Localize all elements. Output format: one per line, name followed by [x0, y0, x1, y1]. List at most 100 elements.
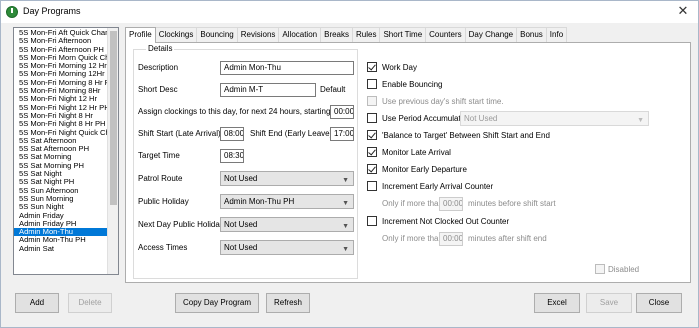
- next-day-ph-select[interactable]: Not Used ▼: [220, 217, 354, 232]
- period-accumulator-checkbox[interactable]: [367, 113, 377, 123]
- balance-to-target-label: 'Balance to Target' Between Shift Start …: [382, 131, 550, 140]
- scrollbar-thumb[interactable]: [110, 31, 117, 205]
- details-legend: Details: [146, 44, 175, 53]
- tab-panel: Profile Clockings Bouncing Revisions Allocat…: [125, 27, 691, 283]
- list-item[interactable]: Admin Sat: [14, 245, 108, 253]
- chevron-down-icon: ▼: [342, 200, 349, 207]
- list-item[interactable]: 5S Mon-Fri Morning 12 Hr F: [14, 62, 108, 70]
- tab-profile[interactable]: Profile: [125, 27, 156, 43]
- enable-bouncing-checkbox[interactable]: [367, 79, 377, 89]
- chevron-down-icon: ▼: [637, 117, 644, 124]
- list-item[interactable]: 5S Mon-Fri Aft Quick Chang: [14, 29, 108, 37]
- tab-breaks[interactable]: Breaks: [320, 27, 354, 42]
- close-button[interactable]: Close: [636, 293, 682, 313]
- period-accumulator-label: Use Period Accumulator: [382, 114, 468, 123]
- list-item[interactable]: 5S Sat Night PH: [14, 178, 108, 186]
- tab-counters[interactable]: Counters: [425, 27, 466, 42]
- disabled-checkbox[interactable]: [595, 264, 605, 274]
- profile-tab-body: Details Description Admin Mon-Thu Short …: [125, 42, 691, 283]
- shift-start-field[interactable]: 08:00: [220, 127, 244, 141]
- list-item[interactable]: 5S Mon-Fri Morning 12Hr: [14, 70, 108, 78]
- list-item[interactable]: 5S Mon-Fri Afternoon PH: [14, 46, 108, 54]
- assign-start-field[interactable]: 00:00: [330, 105, 354, 119]
- tab-bouncing[interactable]: Bouncing: [196, 27, 238, 42]
- inc-early-arrival-checkbox[interactable]: [367, 181, 377, 191]
- public-holiday-label: Public Holiday: [138, 197, 189, 206]
- tab-rules[interactable]: Rules: [352, 27, 381, 42]
- chevron-down-icon: ▼: [342, 223, 349, 230]
- day-program-list[interactable]: 5S Mon-Fri Aft Quick Chang 5S Mon-Fri Aft…: [13, 27, 119, 275]
- day-programs-window: Day Programs ✕ 5S Mon-Fri Aft Quick Chan…: [0, 0, 699, 328]
- list-item[interactable]: Admin Mon-Thu: [14, 228, 108, 237]
- list-item[interactable]: Admin Friday PH: [14, 220, 108, 228]
- public-holiday-select[interactable]: Admin Mon-Thu PH ▼: [220, 194, 354, 209]
- description-label: Description: [138, 63, 179, 72]
- excel-button[interactable]: Excel: [534, 293, 580, 313]
- monitor-early-checkbox[interactable]: [367, 164, 377, 174]
- tab-info[interactable]: Info: [545, 27, 568, 42]
- use-previous-start-checkbox[interactable]: [367, 96, 377, 106]
- list-item[interactable]: 5S Mon-Fri Morning 8 Hr PH: [14, 79, 108, 87]
- next-day-ph-label: Next Day Public Holiday: [138, 220, 224, 229]
- list-item[interactable]: 5S Mon-Fri Night 12 Hr PH: [14, 104, 108, 112]
- list-item[interactable]: 5S Mon-Fri Morning 8Hr: [14, 87, 108, 95]
- tab-allocation[interactable]: Allocation: [278, 27, 322, 42]
- list-item[interactable]: 5S Mon-Fri Night 8 Hr PH: [14, 120, 108, 128]
- short-desc-field[interactable]: Admin M-T: [220, 83, 316, 97]
- list-item[interactable]: 5S Sat Afternoon PH: [14, 145, 108, 153]
- list-item[interactable]: 5S Mon-Fri Morn Quick Cha: [14, 54, 108, 62]
- copy-day-program-button[interactable]: Copy Day Program: [175, 293, 259, 313]
- list-item[interactable]: 5S Sun Afternoon: [14, 187, 108, 195]
- not-clocked-minutes-suffix: minutes after shift end: [468, 234, 547, 243]
- work-day-checkbox[interactable]: [367, 62, 377, 72]
- description-field[interactable]: Admin Mon-Thu: [220, 61, 354, 75]
- app-power-icon: [6, 6, 18, 18]
- add-button[interactable]: Add: [15, 293, 59, 313]
- list-item[interactable]: 5S Sat Afternoon: [14, 137, 108, 145]
- day-program-items: 5S Mon-Fri Aft Quick Chang 5S Mon-Fri Aft…: [14, 29, 108, 253]
- list-scrollbar[interactable]: [107, 28, 118, 274]
- list-item[interactable]: Admin Friday: [14, 212, 108, 220]
- save-button[interactable]: Save: [586, 293, 632, 313]
- list-item[interactable]: 5S Mon-Fri Night 12 Hr: [14, 95, 108, 103]
- list-item[interactable]: 5S Mon-Fri Night Quick Cha: [14, 129, 108, 137]
- list-item[interactable]: 5S Sat Night: [14, 170, 108, 178]
- list-item[interactable]: 5S Sun Night: [14, 203, 108, 211]
- refresh-button[interactable]: Refresh: [266, 293, 310, 313]
- inc-early-arrival-label: Increment Early Arrival Counter: [382, 182, 494, 191]
- target-time-field[interactable]: 08:30: [220, 149, 244, 163]
- disabled-label: Disabled: [608, 265, 640, 274]
- tab-bonus[interactable]: Bonus: [516, 27, 547, 42]
- list-item[interactable]: 5S Sat Morning PH: [14, 162, 108, 170]
- delete-button[interactable]: Delete: [68, 293, 112, 313]
- period-accumulator-value: Not Used: [464, 114, 498, 123]
- period-accumulator-select[interactable]: Not Used ▼: [460, 111, 649, 126]
- enable-bouncing-label: Enable Bouncing: [382, 80, 443, 89]
- chevron-down-icon: ▼: [342, 177, 349, 184]
- tab-revisions[interactable]: Revisions: [236, 27, 280, 42]
- patrol-route-label: Patrol Route: [138, 174, 183, 183]
- shift-end-field[interactable]: 17:00: [330, 127, 354, 141]
- early-minutes-field[interactable]: 00:00: [439, 197, 463, 211]
- list-item[interactable]: 5S Mon-Fri Night 8 Hr: [14, 112, 108, 120]
- not-clocked-only-if-label: Only if more than: [382, 234, 443, 243]
- balance-to-target-checkbox[interactable]: [367, 130, 377, 140]
- shift-start-label: Shift Start (Late Arrival): [138, 129, 221, 138]
- tab-short-time[interactable]: Short Time: [379, 27, 427, 42]
- inc-not-clocked-checkbox[interactable]: [367, 216, 377, 226]
- patrol-route-select[interactable]: Not Used ▼: [220, 171, 354, 186]
- close-icon[interactable]: ✕: [676, 4, 690, 18]
- not-clocked-minutes-field[interactable]: 00:00: [439, 232, 463, 246]
- list-item[interactable]: 5S Mon-Fri Afternoon: [14, 37, 108, 45]
- list-item[interactable]: Admin Mon-Thu PH: [14, 236, 108, 244]
- tab-clockings[interactable]: Clockings: [154, 27, 198, 42]
- work-day-label: Work Day: [382, 63, 417, 72]
- monitor-late-checkbox[interactable]: [367, 147, 377, 157]
- target-time-label: Target Time: [138, 151, 180, 160]
- tab-day-change[interactable]: Day Change: [464, 27, 518, 42]
- list-item[interactable]: 5S Sun Morning: [14, 195, 108, 203]
- details-group: Details Description Admin Mon-Thu Short …: [133, 44, 358, 279]
- list-item[interactable]: 5S Sat Morning: [14, 153, 108, 161]
- access-times-select[interactable]: Not Used ▼: [220, 240, 354, 255]
- short-desc-label: Short Desc: [138, 85, 178, 94]
